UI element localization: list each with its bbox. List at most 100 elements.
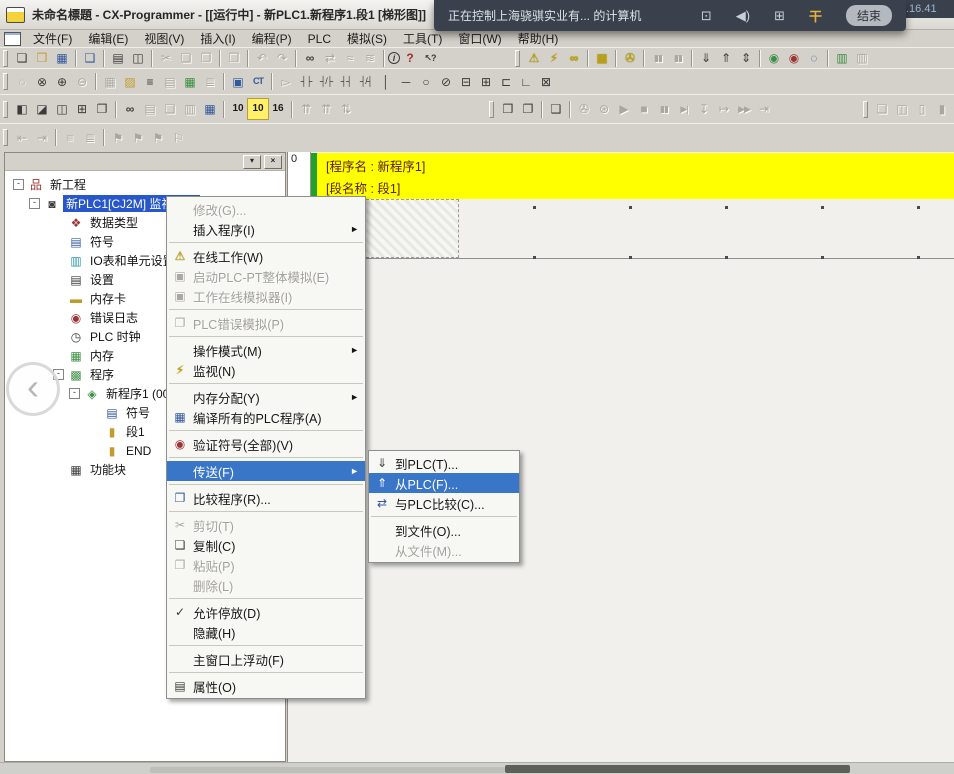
- new-plc-instruction-icon[interactable]: ⊟: [456, 72, 476, 92]
- menu-item-plc-error-simulation[interactable]: ❐ PLC错误模拟(P): [167, 313, 365, 333]
- display-signed-decimal-icon[interactable]: 10: [248, 99, 268, 119]
- force-value-icon[interactable]: ⇅: [336, 99, 356, 119]
- window-switch-icon[interactable]: ⊞: [774, 8, 785, 24]
- toolbar-grip[interactable]: [3, 73, 8, 90]
- paste-special-icon[interactable]: ❒: [224, 48, 244, 68]
- panel-close-button[interactable]: ×: [264, 155, 282, 169]
- menu-item-modify[interactable]: 修改(G)...: [167, 199, 365, 219]
- new-inverted-instruction-icon[interactable]: ⊞: [476, 72, 496, 92]
- submenu-item-compare-with-plc[interactable]: ⇄ 与PLC比较(C)...: [369, 493, 519, 513]
- new-closed-contact-icon[interactable]: ┤/├: [316, 72, 336, 92]
- transfer-to-file-icon[interactable]: ❒: [498, 99, 518, 119]
- find-icon[interactable]: ∞: [300, 48, 320, 68]
- menu-item-delete[interactable]: 删除(L): [167, 575, 365, 595]
- address-reference-icon[interactable]: ▤: [140, 99, 160, 119]
- menu-simulation[interactable]: 模拟(S): [339, 31, 395, 47]
- change-plc-model-icon[interactable]: ❑: [80, 48, 100, 68]
- online-edit-icon[interactable]: ▦: [592, 48, 612, 68]
- compare-with-plc-toolbar-icon[interactable]: ⇕: [736, 48, 756, 68]
- submenu-item-from-file[interactable]: 从文件(M)...: [369, 540, 519, 560]
- menu-item-verify-symbols-all[interactable]: ◉ 验证符号(全部)(V): [167, 434, 365, 454]
- zoom-fit-icon[interactable]: ◌: [12, 72, 32, 92]
- download-to-plc-icon[interactable]: ⇓: [696, 48, 716, 68]
- menu-item-operating-mode[interactable]: 操作模式(M) ►: [167, 340, 365, 360]
- previous-bookmark-icon[interactable]: ⚑: [128, 128, 148, 148]
- find-address-icon[interactable]: ≋: [360, 48, 380, 68]
- new-function-block-icon[interactable]: ⊏: [496, 72, 516, 92]
- zoom-in-icon[interactable]: ⊕: [52, 72, 72, 92]
- online-transfer-icon[interactable]: ❑: [546, 99, 566, 119]
- toolbar-grip[interactable]: [863, 101, 868, 118]
- panel-dropdown-button[interactable]: ▾: [243, 155, 261, 169]
- rung-highlight-icon[interactable]: ▨: [120, 72, 140, 92]
- redo-icon[interactable]: ↷: [272, 48, 292, 68]
- sim-step-icon[interactable]: ▶|: [674, 99, 694, 119]
- expand-collapse-box[interactable]: -: [69, 388, 80, 399]
- new-contact-icon[interactable]: ┤├: [296, 72, 316, 92]
- toggle-project-window-icon[interactable]: ◧: [12, 99, 32, 119]
- about-icon[interactable]: i: [388, 52, 400, 64]
- end-session-button[interactable]: 结束: [846, 5, 892, 26]
- toggle-cross-reference-icon[interactable]: ⊞: [72, 99, 92, 119]
- increase-indent-icon[interactable]: ⇥: [32, 128, 52, 148]
- menu-file[interactable]: 文件(F): [25, 31, 80, 47]
- menu-item-memory-allocation[interactable]: 内存分配(Y) ►: [167, 387, 365, 407]
- menu-item-paste[interactable]: ❐ 粘贴(P): [167, 555, 365, 575]
- toolbar-grip[interactable]: [3, 129, 8, 146]
- save-project-icon[interactable]: ▦: [52, 48, 72, 68]
- change-value-icon[interactable]: ⇈: [316, 99, 336, 119]
- new-or-contact-icon[interactable]: ┤┤: [336, 72, 356, 92]
- toolbar-grip[interactable]: [489, 101, 494, 118]
- toggle-output-window-icon[interactable]: ◪: [32, 99, 52, 119]
- menu-item-cut[interactable]: ✂ 剪切(T): [167, 515, 365, 535]
- display-hex-icon[interactable]: 16: [268, 99, 288, 119]
- menu-edit[interactable]: 编辑(E): [80, 31, 136, 47]
- print-icon[interactable]: ▤: [108, 48, 128, 68]
- monitor-mode-icon[interactable]: ⊛: [594, 99, 614, 119]
- expand-collapse-box[interactable]: -: [29, 198, 40, 209]
- sim-play-icon[interactable]: ▶: [614, 99, 634, 119]
- menu-item-allow-docking[interactable]: ✓ 允许停放(D): [167, 602, 365, 622]
- delete-connector-icon[interactable]: ⊠: [536, 72, 556, 92]
- help-icon[interactable]: ?: [400, 48, 420, 68]
- menu-item-work-online-simulator[interactable]: ▣ 工作在线模拟器(I): [167, 286, 365, 306]
- select-mode-icon[interactable]: ▻: [276, 72, 296, 92]
- menu-view[interactable]: 视图(V): [136, 31, 192, 47]
- work-online-toolbar-icon[interactable]: ⚠: [524, 48, 544, 68]
- set-value-icon[interactable]: ⇈: [296, 99, 316, 119]
- new-document-icon[interactable]: ❏: [12, 48, 32, 68]
- sim-stop-icon[interactable]: ■: [634, 99, 654, 119]
- menu-insert[interactable]: 插入(I): [192, 31, 243, 47]
- menu-window[interactable]: 窗口(W): [450, 31, 509, 47]
- rung-comment-icon[interactable]: ≡: [140, 72, 160, 92]
- context-help-icon[interactable]: ↖?: [420, 48, 440, 68]
- online-simulator-icon[interactable]: ✇: [620, 48, 640, 68]
- rung-shortcut-icon[interactable]: ≣: [200, 72, 220, 92]
- toolbar-grip[interactable]: [3, 50, 8, 67]
- new-closed-coil-icon[interactable]: ⊘: [436, 72, 456, 92]
- replace-icon[interactable]: ⇄: [320, 48, 340, 68]
- toolbar-grip[interactable]: [3, 101, 8, 118]
- force-reset-icon[interactable]: ◉: [784, 48, 804, 68]
- sim-pause-icon[interactable]: ▮▮: [654, 99, 674, 119]
- rung-annotation-icon[interactable]: ▤: [160, 72, 180, 92]
- monitor-grid-icon[interactable]: ▦: [180, 72, 200, 92]
- remote-pointer-icon[interactable]: 干: [809, 6, 822, 25]
- window-tile-v-icon[interactable]: ▯: [912, 99, 932, 119]
- run-mode-icon[interactable]: ✇: [574, 99, 594, 119]
- cut-icon[interactable]: ✂: [156, 48, 176, 68]
- menu-program[interactable]: 编程(P): [244, 31, 300, 47]
- copy-icon[interactable]: ❏: [176, 48, 196, 68]
- sim-step-in-icon[interactable]: ↧: [694, 99, 714, 119]
- menu-item-float-on-main-window[interactable]: 主窗口上浮动(F): [167, 649, 365, 669]
- menu-item-work-online[interactable]: ⚠ 在线工作(W): [167, 246, 365, 266]
- submenu-item-to-plc[interactable]: ⇓ 到PLC(T)...: [369, 453, 519, 473]
- sim-continuous-run-icon[interactable]: ▶▶: [734, 99, 754, 119]
- mdi-child-icon[interactable]: [4, 32, 21, 46]
- menu-item-transfer[interactable]: 传送(F) ►: [167, 461, 365, 481]
- new-or-closed-contact-icon[interactable]: ┤/┤: [356, 72, 376, 92]
- clear-bookmarks-icon[interactable]: ⚐: [168, 128, 188, 148]
- grid-toggle-icon[interactable]: ▦: [100, 72, 120, 92]
- find-symbol-icon[interactable]: ≈: [340, 48, 360, 68]
- tree-item-new-project[interactable]: - 品 新工程: [5, 175, 285, 194]
